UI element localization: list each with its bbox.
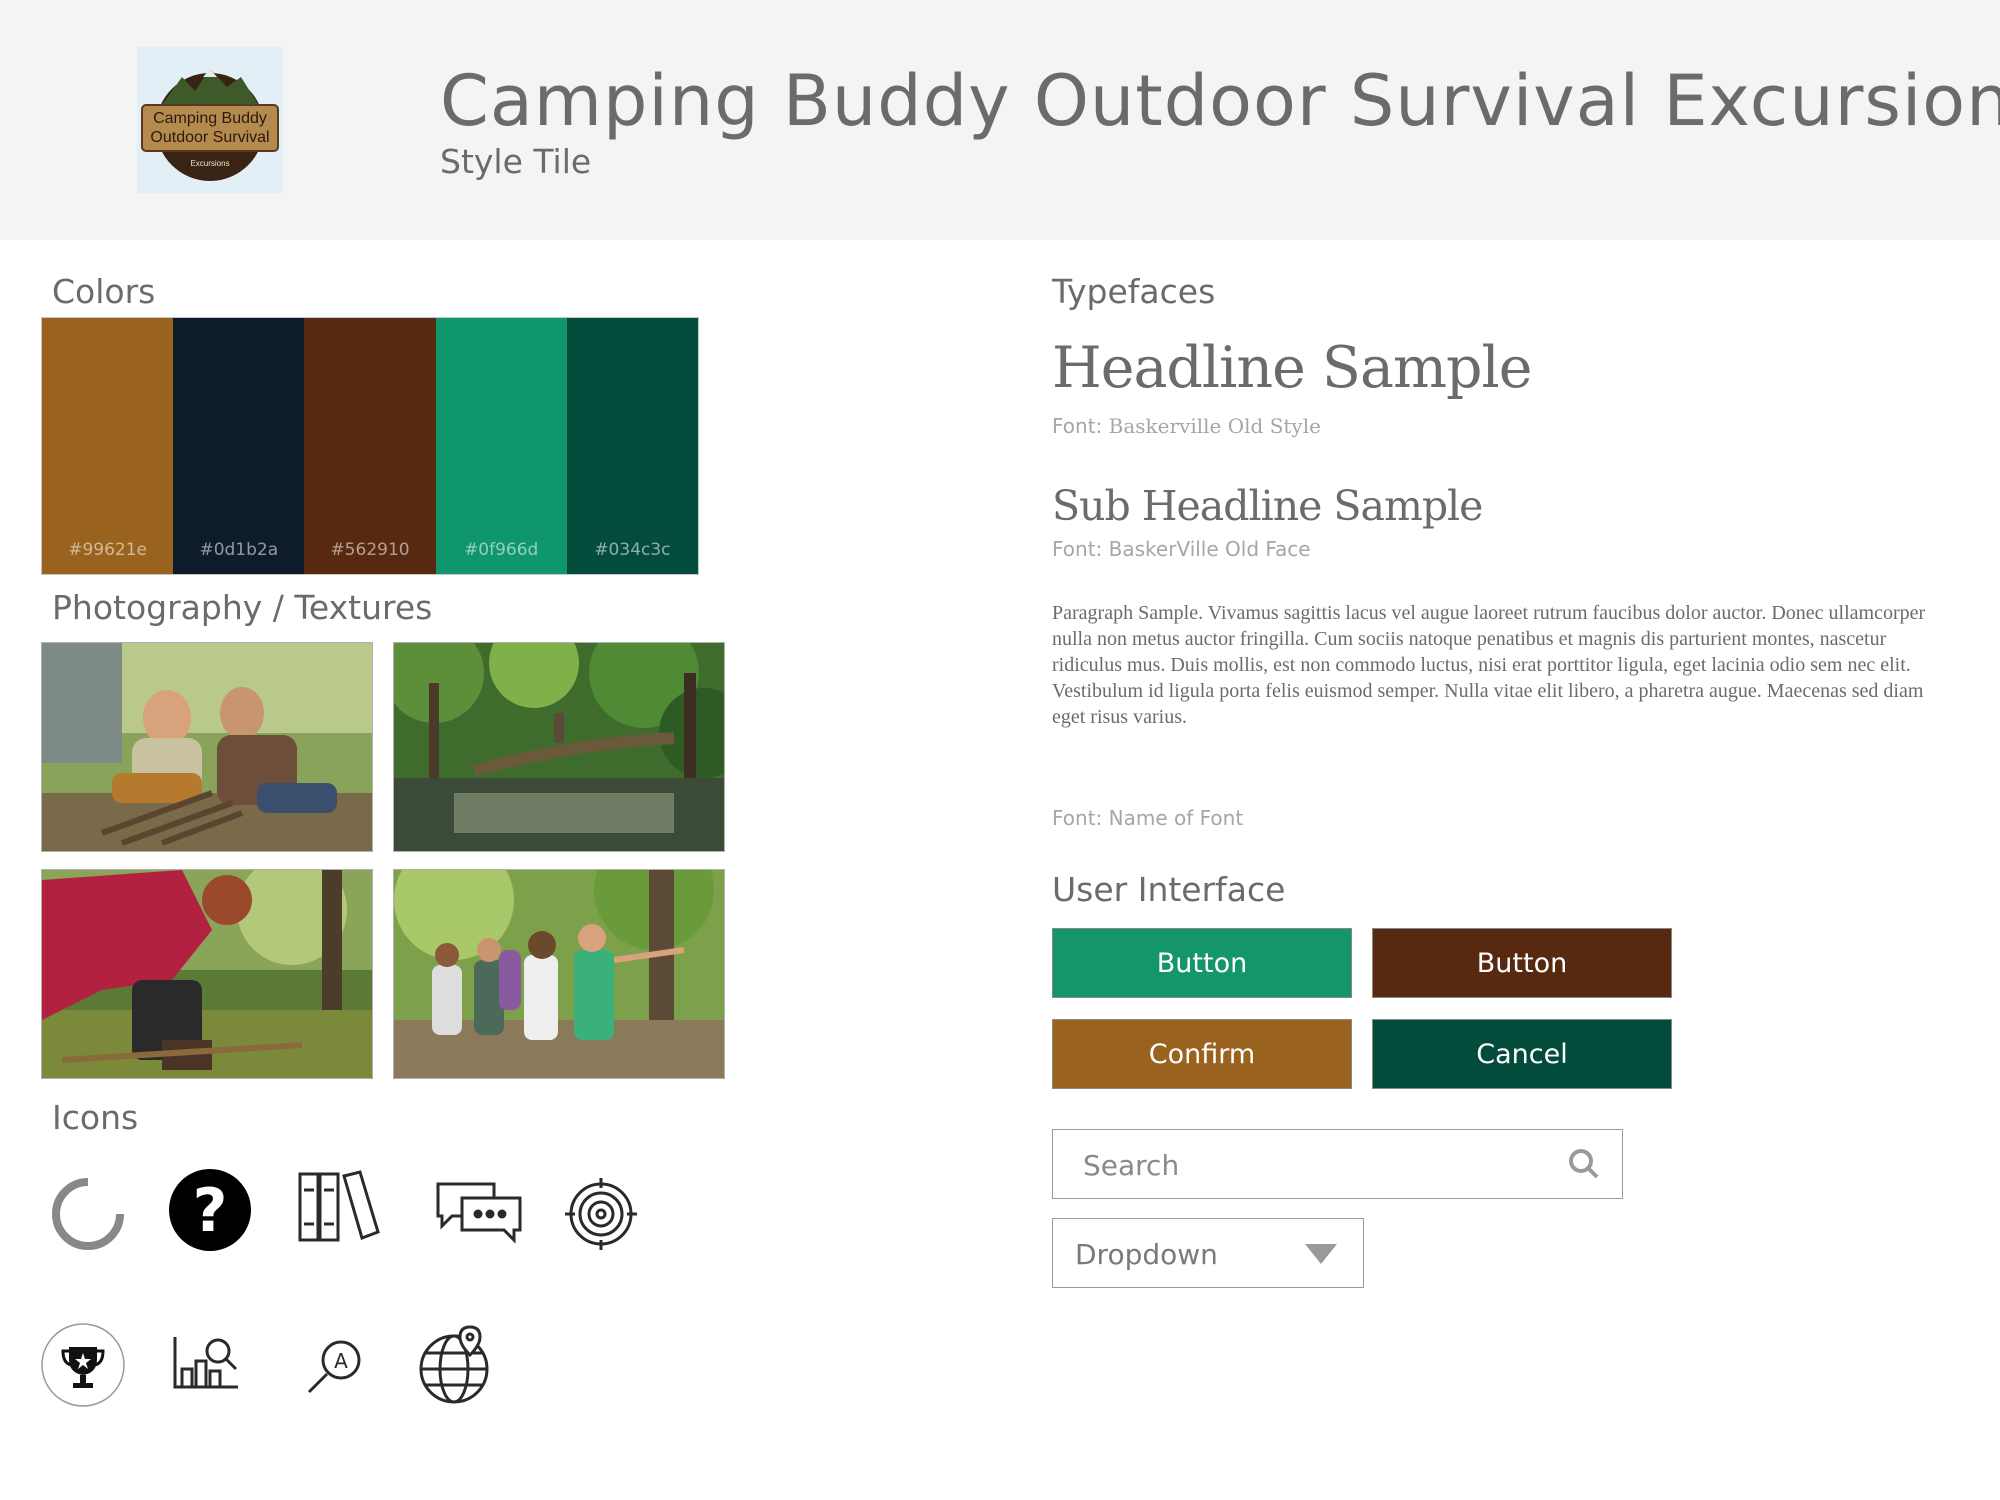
logo-line2: Outdoor Survival — [150, 129, 269, 146]
dropdown-select[interactable]: Dropdown — [1052, 1218, 1364, 1288]
secondary-button[interactable]: Button — [1372, 928, 1672, 998]
swatch-label: #0d1b2a — [199, 540, 279, 560]
colors-title: Colors — [52, 272, 156, 311]
logo: Camping Buddy Outdoor Survival Excursion… — [137, 47, 283, 193]
color-swatch: #562910 — [304, 318, 436, 574]
svg-text:?: ? — [193, 1176, 228, 1246]
font-name: BaskerVille Old Face — [1108, 537, 1311, 561]
subheadline-sample: Sub Headline Sample — [1052, 482, 1483, 530]
paragraph-sample: Paragraph Sample. Vivamus sagittis lacus… — [1052, 602, 1926, 728]
color-swatch: #034c3c — [566, 318, 699, 574]
user-interface-title: User Interface — [1052, 870, 1286, 909]
headline-font-label: Font: Baskerville Old Style — [1052, 414, 1321, 438]
swatch-label: #562910 — [330, 540, 410, 560]
color-swatch: #0f966d — [435, 318, 567, 574]
forest-stream-photo — [393, 642, 725, 852]
swatch-label: #034c3c — [594, 540, 671, 560]
font-prefix: Font: — [1052, 414, 1103, 438]
paragraph-font-label: Font: Name of Font — [1052, 806, 1244, 830]
search-input[interactable] — [1081, 1144, 1555, 1186]
chat-icon — [434, 1180, 524, 1244]
page-subtitle: Style Tile — [440, 142, 592, 181]
dropdown-label: Dropdown — [1075, 1238, 1218, 1271]
chevron-down-icon — [1305, 1244, 1337, 1268]
headline-sample: Headline Sample — [1052, 335, 1532, 401]
search-box — [1052, 1129, 1623, 1199]
confirm-button[interactable]: Confirm — [1052, 1019, 1352, 1089]
search-text-icon: A — [303, 1338, 365, 1398]
logo-line3: Excursions — [190, 159, 229, 168]
icons-title: Icons — [52, 1098, 139, 1137]
photography-title: Photography / Textures — [52, 588, 433, 627]
color-swatch: #0d1b2a — [173, 318, 305, 574]
help-icon: ? — [168, 1168, 252, 1252]
hikers-in-woods-photo — [393, 869, 725, 1079]
trophy-icon — [41, 1323, 125, 1407]
logo-line1: Camping Buddy — [153, 110, 267, 127]
search-icon[interactable] — [1568, 1148, 1600, 1184]
primary-button[interactable]: Button — [1052, 928, 1352, 998]
svg-text:A: A — [334, 1349, 348, 1373]
target-icon — [565, 1178, 637, 1250]
swatch-label: #0f966d — [464, 540, 539, 560]
person-gathering-sticks-photo — [41, 869, 373, 1079]
subheadline-font-label: Font: BaskerVille Old Face — [1052, 537, 1311, 561]
chart-search-icon — [172, 1335, 242, 1391]
books-icon — [296, 1168, 386, 1244]
typefaces-title: Typefaces — [1052, 272, 1216, 311]
font-prefix: Font: — [1052, 537, 1103, 561]
swatch-label: #99621e — [68, 540, 147, 560]
font-name: Baskerville Old Style — [1108, 414, 1321, 438]
cancel-button[interactable]: Cancel — [1372, 1019, 1672, 1089]
color-swatch: #99621e — [42, 318, 174, 574]
loading-spinner-icon — [50, 1176, 126, 1252]
campers-building-fire-photo — [41, 642, 373, 852]
color-palette: #99621e #0d1b2a #562910 #0f966d #034c3c — [41, 317, 699, 575]
globe-location-icon — [418, 1325, 494, 1405]
page-title: Camping Buddy Outdoor Survival Excursion… — [440, 60, 2000, 142]
